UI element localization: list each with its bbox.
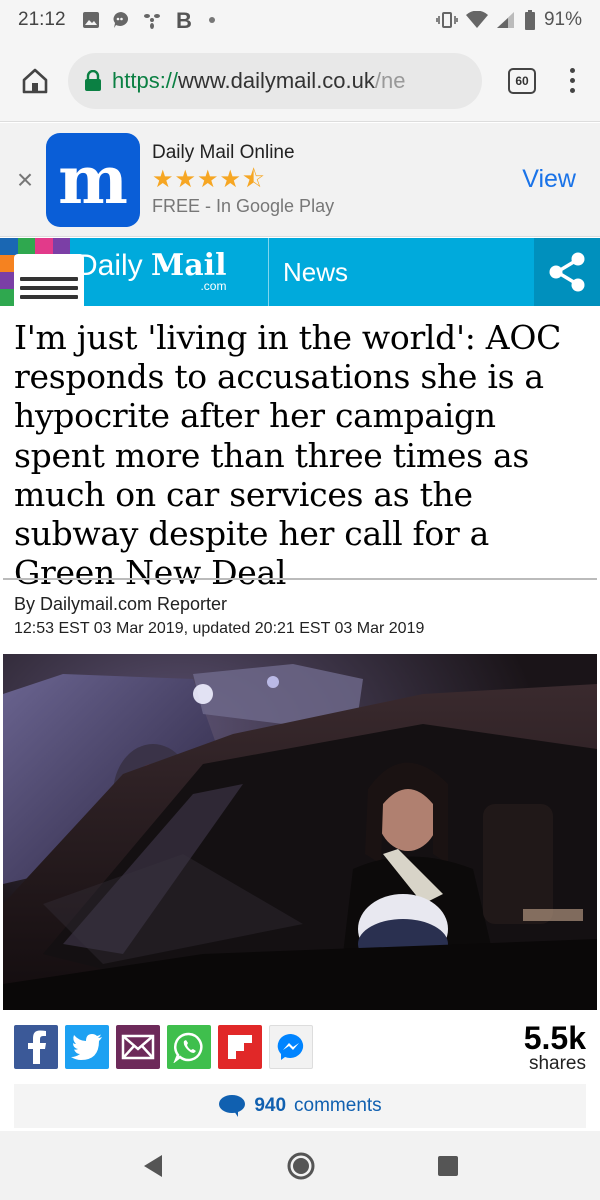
app-name: Daily Mail Online <box>152 142 295 163</box>
flipboard-icon <box>228 1035 252 1059</box>
section-label[interactable]: News <box>269 238 534 306</box>
comments-label: comments <box>294 1095 382 1116</box>
home-icon <box>22 68 48 93</box>
app-install-banner: × m Daily Mail Online ★★★★⯪ FREE - In Go… <box>0 123 600 237</box>
hamburger-menu-icon[interactable] <box>14 254 84 322</box>
back-icon[interactable] <box>140 1153 166 1179</box>
comments-count: 940 <box>254 1095 287 1116</box>
browser-toolbar: https://www.dailymail.co.uk/ne 60 <box>0 40 600 122</box>
facebook-icon <box>28 1030 46 1064</box>
app-logo-m: m <box>58 140 128 219</box>
dot-icon <box>208 17 215 23</box>
logo-daily: Daily <box>76 249 143 282</box>
status-time: 21:12 <box>18 9 66 30</box>
site-header: Daily Mail .com News <box>0 238 600 322</box>
email-share-button[interactable] <box>116 1025 160 1069</box>
share-icon <box>549 252 585 292</box>
tab-switcher-button[interactable]: 60 <box>508 67 536 94</box>
article-dateline: 12:53 EST 03 Mar 2019, updated 20:21 EST… <box>14 620 425 637</box>
url-host: www.dailymail.co.uk <box>178 67 375 93</box>
overflow-menu-button[interactable] <box>560 68 584 93</box>
app-subtitle: FREE - In Google Play <box>152 196 335 216</box>
b-icon: B <box>176 9 192 31</box>
svg-text:B: B <box>176 9 192 31</box>
chat-bubble-icon <box>113 12 128 28</box>
close-icon[interactable]: × <box>12 164 38 196</box>
comment-bubble-icon <box>219 1095 246 1117</box>
share-count-label: shares <box>528 1052 586 1074</box>
status-right: 91% <box>436 9 582 31</box>
flipboard-share-button[interactable] <box>218 1025 262 1069</box>
fan-icon <box>143 14 160 29</box>
logo-block: Daily Mail .com <box>0 238 268 322</box>
wifi-icon <box>465 11 488 28</box>
article-headline: I'm just 'living in the world': AOC resp… <box>14 318 562 593</box>
site-logo[interactable]: Daily Mail .com <box>76 248 227 294</box>
logo-com: .com <box>200 279 227 293</box>
battery-percent: 91% <box>543 9 582 30</box>
share-count-number: 5.5k <box>523 1019 586 1056</box>
messenger-share-button[interactable] <box>269 1025 313 1069</box>
home-nav-icon[interactable] <box>286 1151 316 1181</box>
view-app-button[interactable]: View <box>522 165 588 194</box>
rating-stars: ★★★★⯪ <box>152 166 266 193</box>
url-path: /ne <box>374 67 406 93</box>
whatsapp-share-button[interactable] <box>167 1025 211 1069</box>
logo-mail: Mail <box>151 248 227 283</box>
notification-icons: B <box>82 9 436 31</box>
email-icon <box>121 1034 155 1060</box>
article-byline: By Dailymail.com Reporter <box>14 594 228 614</box>
status-bar: 21:12 B 91% <box>0 0 600 40</box>
app-info: Daily Mail Online ★★★★⯪ FREE - In Google… <box>152 142 522 217</box>
tab-count: 60 <box>515 73 529 88</box>
mosaic-decoration <box>0 238 84 322</box>
share-row: 5.5k shares <box>14 1022 586 1073</box>
headline-divider <box>3 578 597 580</box>
facebook-share-button[interactable] <box>14 1025 58 1069</box>
twitter-share-button[interactable] <box>65 1025 109 1069</box>
messenger-icon <box>277 1033 304 1060</box>
home-button[interactable] <box>16 62 54 100</box>
battery-icon <box>524 10 535 30</box>
image-icon <box>82 12 99 28</box>
app-icon: m <box>46 132 140 227</box>
share-count: 5.5k shares <box>524 1022 586 1073</box>
header-share-button[interactable] <box>534 238 600 306</box>
vibrate-icon <box>436 12 458 28</box>
twitter-icon <box>71 1034 102 1060</box>
recents-icon[interactable] <box>436 1154 460 1178</box>
system-nav-bar <box>0 1131 600 1200</box>
signal-icon <box>496 12 514 28</box>
lock-icon <box>85 69 101 91</box>
photo-illustration <box>3 654 597 1010</box>
whatsapp-icon <box>173 1032 203 1063</box>
url-field[interactable]: https://www.dailymail.co.uk/ne <box>68 52 482 109</box>
comments-button[interactable]: 940 comments <box>14 1084 586 1128</box>
url-scheme: https:// <box>112 67 179 93</box>
article-photo[interactable] <box>3 654 597 1010</box>
